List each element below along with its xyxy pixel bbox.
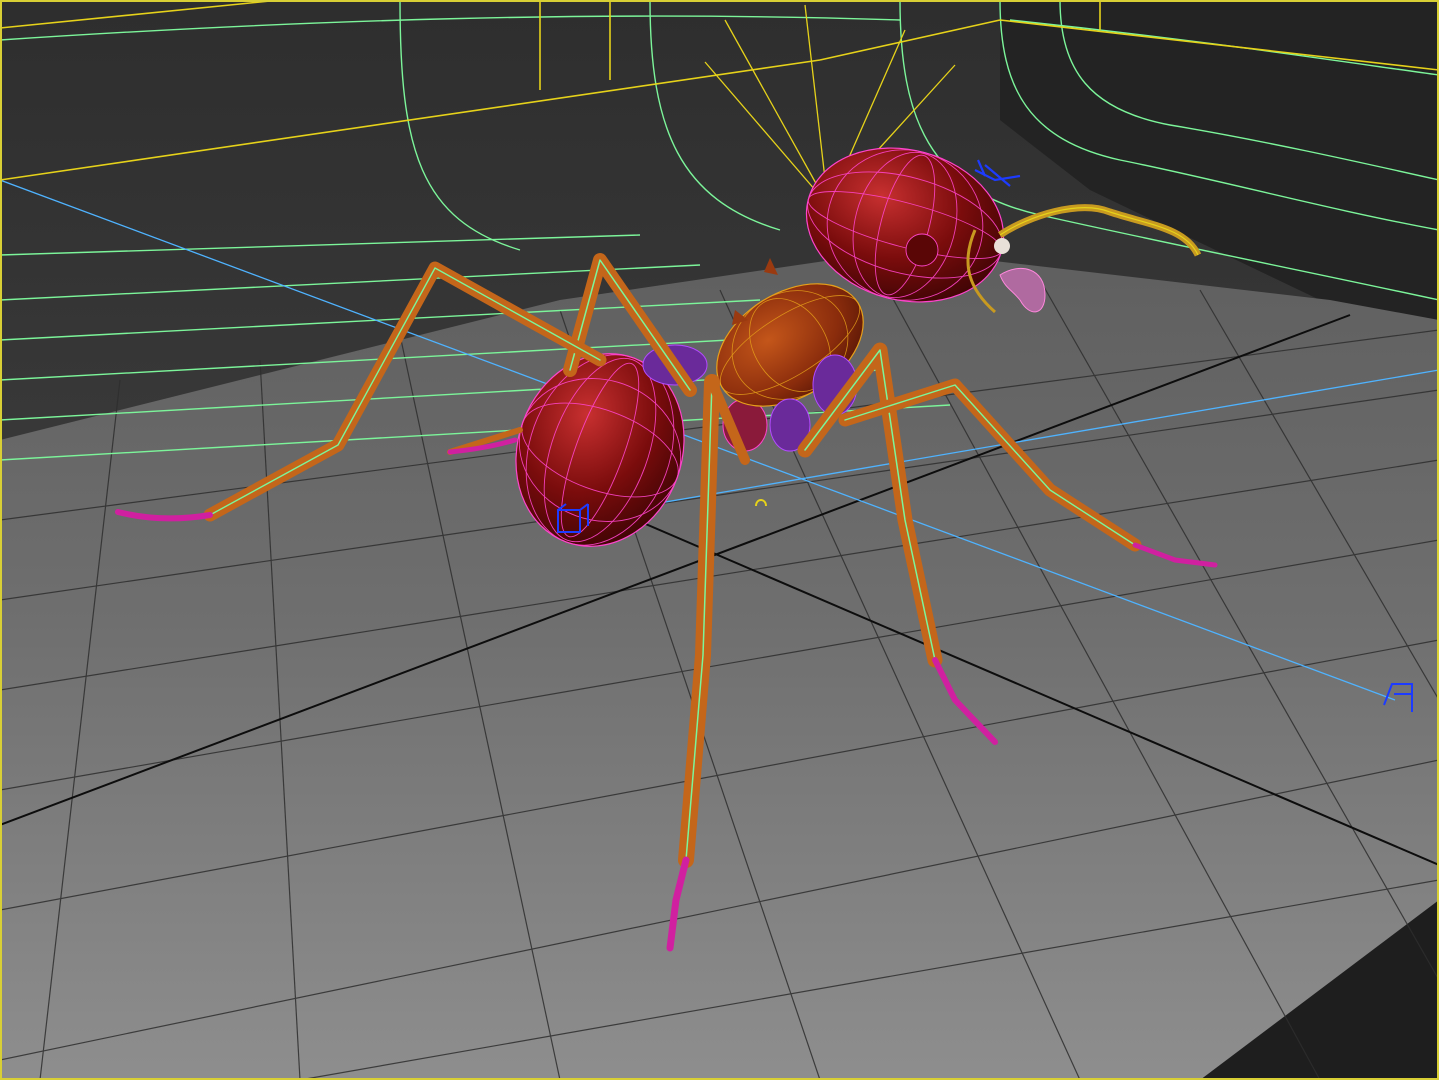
viewport-canvas[interactable] xyxy=(0,0,1439,1080)
ant-eye xyxy=(994,238,1010,254)
viewport-3d[interactable] xyxy=(0,0,1439,1080)
